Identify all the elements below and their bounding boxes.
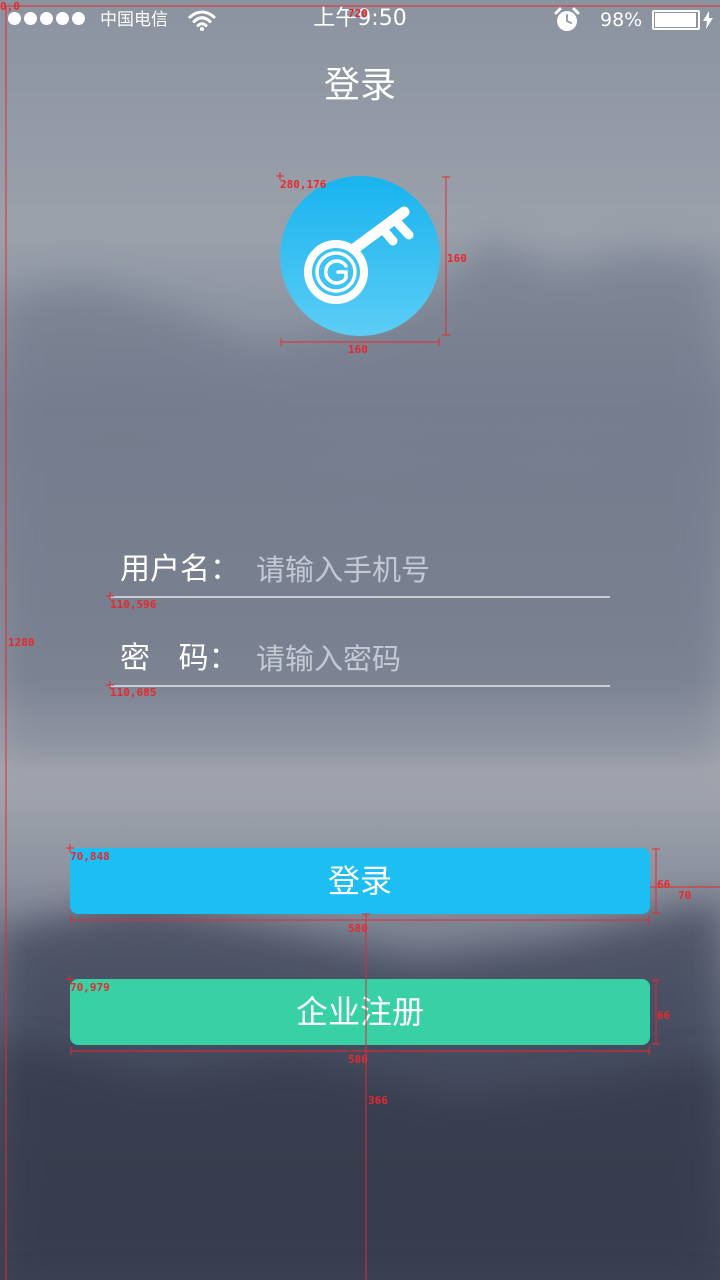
annotation-logo-origin: 280,176 (280, 178, 327, 191)
login-button[interactable]: 登录 (70, 848, 650, 914)
annotation-register-height: 66 (657, 1009, 671, 1022)
page-title: 登录 (323, 65, 396, 106)
alarm-clock-icon (554, 7, 580, 31)
key-icon (280, 176, 440, 336)
charging-bolt-icon (703, 11, 713, 29)
annotation-login-height: 66 (657, 878, 671, 891)
annotation-login-origin: 70,848 (70, 850, 110, 863)
register-button[interactable]: 企业注册 (70, 979, 650, 1045)
annotation-logo-height: 160 (447, 252, 467, 265)
annotation-bottom-distance: 366 (368, 1094, 388, 1107)
annotation-register-width: 580 (348, 1053, 368, 1066)
password-field: 密 码： (110, 627, 610, 687)
annotation-username-origin: 110,596 (110, 598, 157, 611)
battery-percent: 98% (600, 9, 643, 31)
status-bar: 中国电信 上午9:50 98% (0, 0, 720, 40)
annotation-login-width: 580 (348, 922, 368, 935)
username-label: 用户名： (120, 552, 240, 587)
username-input[interactable] (256, 548, 596, 592)
annotation-origin: 0,0 (0, 0, 20, 13)
username-field: 用户名： (110, 538, 610, 598)
annotation-height: 1280 (8, 636, 35, 649)
annotation-login-margin: 70 (678, 889, 692, 902)
annotation-register-origin: 70,979 (70, 981, 110, 994)
annotation-width: 720 (348, 7, 368, 20)
password-input[interactable] (256, 637, 596, 681)
annotation-logo-width: 160 (348, 343, 368, 356)
battery-icon (652, 10, 700, 30)
password-label: 密 码： (120, 641, 239, 676)
annotation-password-origin: 110,685 (110, 686, 157, 699)
